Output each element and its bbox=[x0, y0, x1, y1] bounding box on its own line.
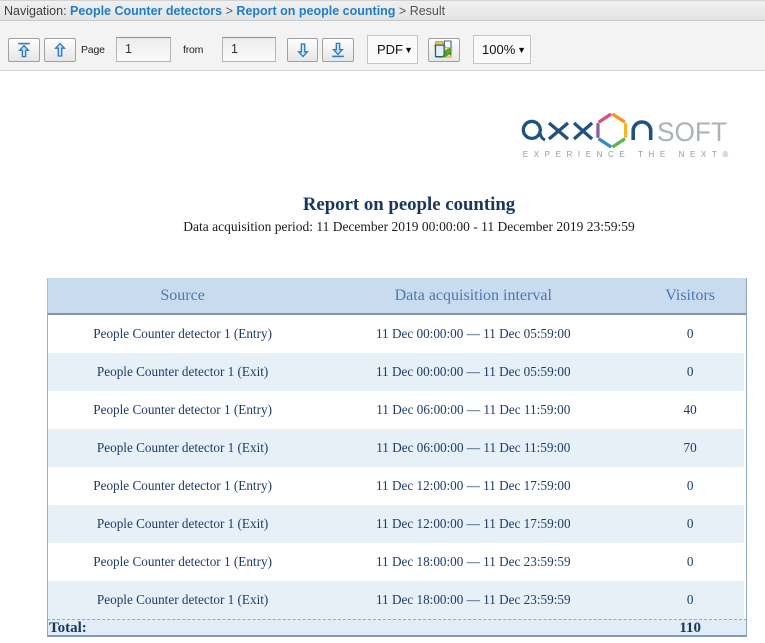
svg-text:EXPERIENCE THE NEXT®: EXPERIENCE THE NEXT® bbox=[523, 150, 729, 159]
svg-text:SOFT: SOFT bbox=[657, 117, 727, 147]
